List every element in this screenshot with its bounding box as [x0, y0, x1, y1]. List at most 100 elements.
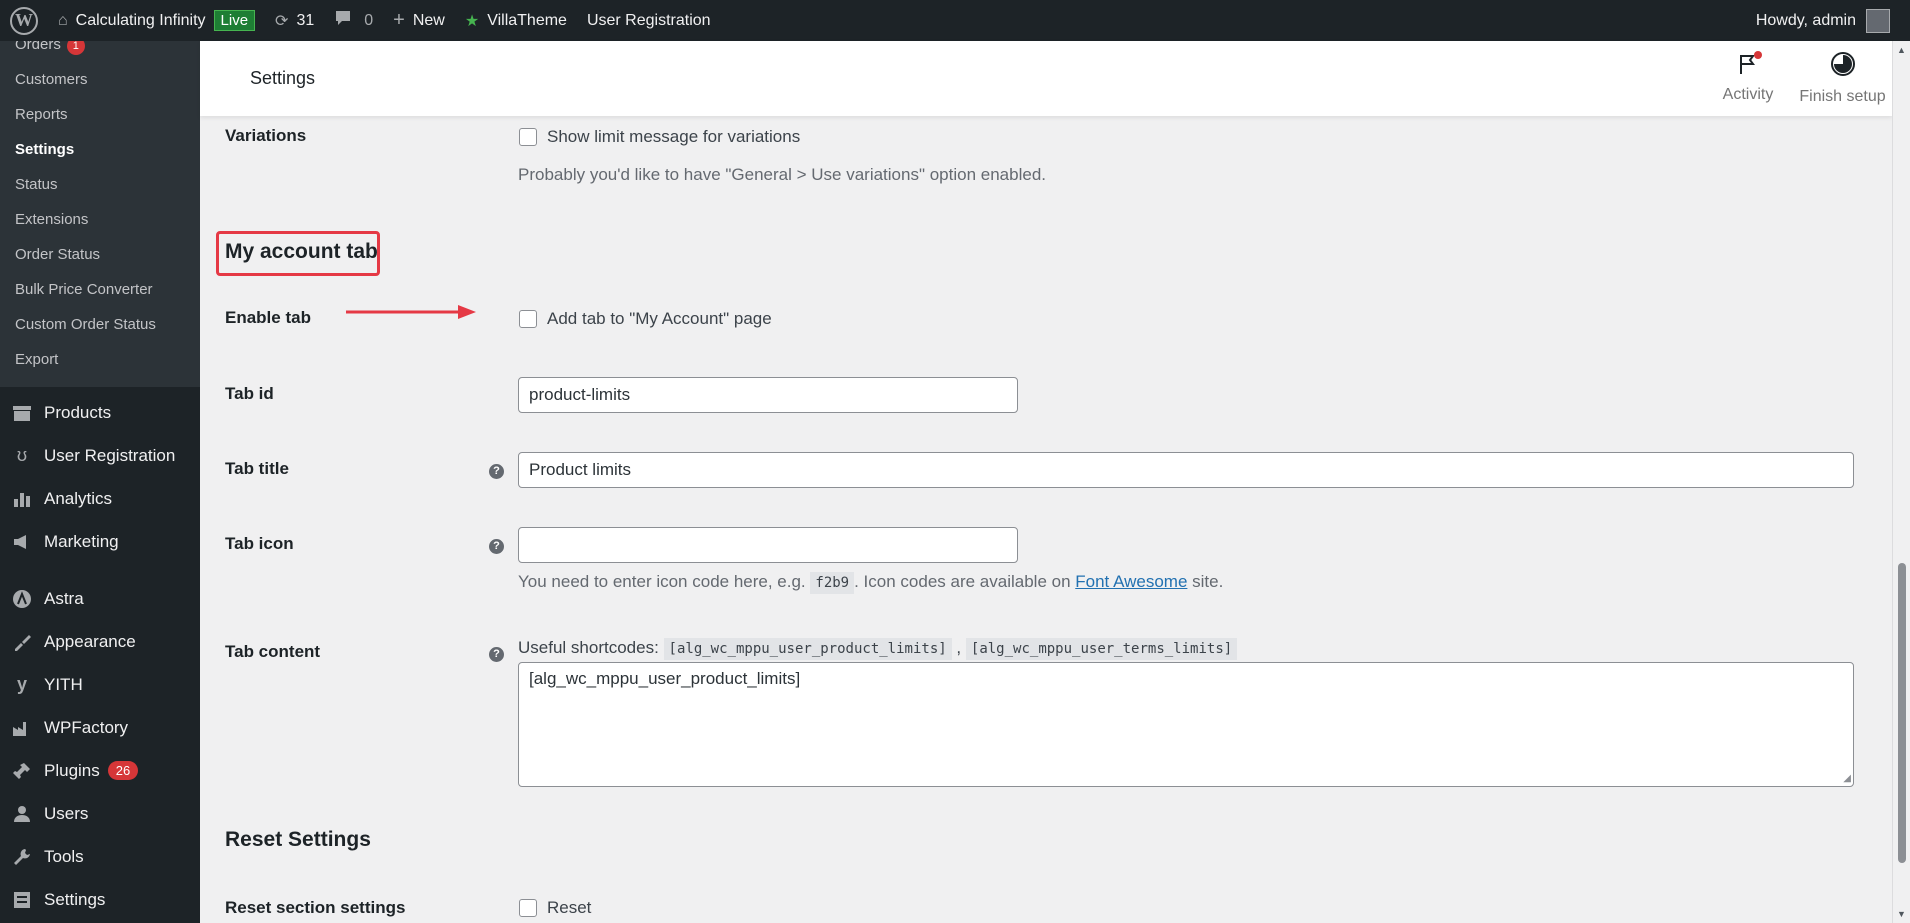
reset-checkbox[interactable]: [519, 899, 537, 917]
help-tip-icon[interactable]: ?: [489, 539, 504, 554]
progress-circle-icon: [1830, 51, 1856, 84]
menu-item-label: WPFactory: [44, 717, 129, 737]
menu-item-users[interactable]: Users: [0, 792, 200, 835]
resize-grip-icon[interactable]: ◢: [1843, 773, 1851, 784]
activity-button[interactable]: Activity: [1703, 41, 1793, 116]
tab-icon-input[interactable]: [518, 527, 1018, 563]
scrollbar-thumb[interactable]: [1898, 563, 1906, 863]
users-icon: [10, 802, 34, 826]
section-title-reset-settings: Reset Settings: [225, 828, 371, 851]
plugin-icon: [10, 759, 34, 783]
wrench-icon: [10, 845, 34, 869]
menu-item-astra[interactable]: Astra: [0, 577, 200, 620]
star-icon: ★: [464, 12, 480, 30]
live-badge: Live: [213, 10, 256, 31]
new-content-menu[interactable]: + New: [383, 0, 455, 41]
shortcodes-label: Useful shortcodes:: [518, 638, 659, 657]
comment-icon: [334, 9, 352, 32]
font-awesome-link[interactable]: Font Awesome: [1075, 572, 1187, 591]
section-title-my-account-tab: My account tab: [225, 240, 378, 263]
scroll-down-icon[interactable]: ▼: [1897, 909, 1906, 919]
menu-item-settings[interactable]: Settings: [0, 878, 200, 921]
menu-item-yith[interactable]: y YITH: [0, 663, 200, 706]
icon-code-example: f2b9: [810, 572, 855, 594]
submenu-item-reports[interactable]: Reports: [0, 97, 200, 132]
submenu-item-export[interactable]: Export: [0, 342, 200, 377]
finish-setup-label: Finish setup: [1799, 88, 1886, 105]
howdy-text: Howdy, admin: [1755, 11, 1856, 29]
comments-count: 0: [364, 11, 374, 29]
red-arrow-annotation: [346, 305, 476, 319]
submenu-item-label: Orders: [15, 41, 61, 53]
submenu-item-settings[interactable]: Settings: [0, 132, 200, 167]
enable-tab-checkbox[interactable]: [519, 310, 537, 328]
tab-title-label: Tab title: [225, 459, 289, 478]
update-icon: ⟳: [275, 12, 289, 30]
menu-item-analytics[interactable]: Analytics: [0, 477, 200, 520]
menu-item-plugins[interactable]: Plugins 26: [0, 749, 200, 792]
submenu-item-customers[interactable]: Customers: [0, 62, 200, 97]
woocommerce-submenu: Orders 1 Customers Reports Settings Statu…: [0, 41, 200, 387]
plus-icon: +: [393, 9, 405, 31]
activity-label: Activity: [1722, 86, 1774, 103]
orders-badge: 1: [66, 41, 85, 55]
settings-icon: [10, 888, 34, 912]
menu-item-label: Astra: [44, 588, 84, 608]
site-name-menu[interactable]: ⌂ Calculating Infinity Live: [48, 0, 265, 41]
new-label: New: [412, 11, 445, 29]
updates-menu[interactable]: ⟳ 31: [265, 0, 324, 41]
shortcode-separator: ,: [956, 638, 962, 657]
tab-content-textarea[interactable]: [alg_wc_mppu_user_product_limits] ◢: [518, 662, 1854, 787]
reset-section-label: Reset section settings: [225, 898, 406, 917]
submenu-item-order-status[interactable]: Order Status: [0, 237, 200, 272]
menu-item-user-registration[interactable]: ʊ User Registration: [0, 434, 200, 477]
tab-id-input[interactable]: product-limits: [518, 377, 1018, 413]
menu-item-label: Users: [44, 803, 89, 823]
tab-content-value: [alg_wc_mppu_user_product_limits]: [529, 669, 801, 688]
menu-item-products[interactable]: Products: [0, 391, 200, 434]
menu-item-wpfactory[interactable]: WPFactory: [0, 706, 200, 749]
submenu-item-orders[interactable]: Orders 1: [0, 41, 200, 62]
plugins-update-badge: 26: [107, 761, 139, 780]
menu-item-appearance[interactable]: Appearance: [0, 620, 200, 663]
tab-title-input[interactable]: Product limits: [518, 452, 1854, 488]
comments-menu[interactable]: 0: [324, 0, 383, 41]
wordpress-icon: W: [10, 6, 38, 35]
villatheme-label: VillaTheme: [487, 11, 567, 29]
woocommerce-header: Settings Activity Finish setup: [200, 41, 1892, 116]
villatheme-menu[interactable]: ★ VillaTheme: [455, 0, 577, 41]
settings-content: Variations Show limit message for variat…: [200, 116, 1892, 923]
archive-icon: [10, 401, 34, 425]
megaphone-icon: [10, 530, 34, 554]
tab-icon-description: You need to enter icon code here, e.g. f…: [518, 572, 1223, 594]
updates-count: 31: [296, 11, 315, 29]
wp-logo-menu[interactable]: W: [0, 0, 48, 41]
submenu-item-status[interactable]: Status: [0, 167, 200, 202]
menu-item-marketing[interactable]: Marketing: [0, 520, 200, 563]
menu-item-tools[interactable]: Tools: [0, 835, 200, 878]
submenu-item-bulk-price-converter[interactable]: Bulk Price Converter: [0, 272, 200, 307]
help-tip-icon[interactable]: ?: [489, 464, 504, 479]
my-account-menu[interactable]: Howdy, admin: [1746, 0, 1910, 41]
variations-checkbox-label: Show limit message for variations: [547, 127, 801, 146]
bar-chart-icon: [10, 487, 34, 511]
finish-setup-button[interactable]: Finish setup: [1795, 41, 1890, 116]
vertical-scrollbar[interactable]: ▲ ▼: [1892, 41, 1910, 923]
page-title: Settings: [250, 68, 316, 88]
shortcodes-hint: Useful shortcodes: [alg_wc_mppu_user_pro…: [518, 638, 1238, 660]
variations-checkbox[interactable]: [519, 128, 537, 146]
submenu-item-extensions[interactable]: Extensions: [0, 202, 200, 237]
enable-tab-checkbox-label: Add tab to "My Account" page: [547, 309, 772, 328]
variations-label: Variations: [225, 126, 307, 145]
tab-icon-desc-pre: You need to enter icon code here, e.g.: [518, 572, 806, 591]
scroll-up-icon[interactable]: ▲: [1897, 45, 1906, 55]
user-registration-menu[interactable]: User Registration: [577, 0, 721, 41]
menu-item-label: Tools: [44, 846, 84, 866]
tab-icon-desc-mid: . Icon codes are available on: [854, 572, 1071, 591]
help-tip-icon[interactable]: ?: [489, 647, 504, 662]
yith-icon: y: [16, 674, 27, 694]
admin-bar: W ⌂ Calculating Infinity Live ⟳ 31 0 + N…: [0, 0, 1910, 41]
submenu-item-custom-order-status[interactable]: Custom Order Status: [0, 307, 200, 342]
menu-item-label: Plugins: [44, 760, 100, 780]
menu-item-label: YITH: [44, 674, 83, 694]
